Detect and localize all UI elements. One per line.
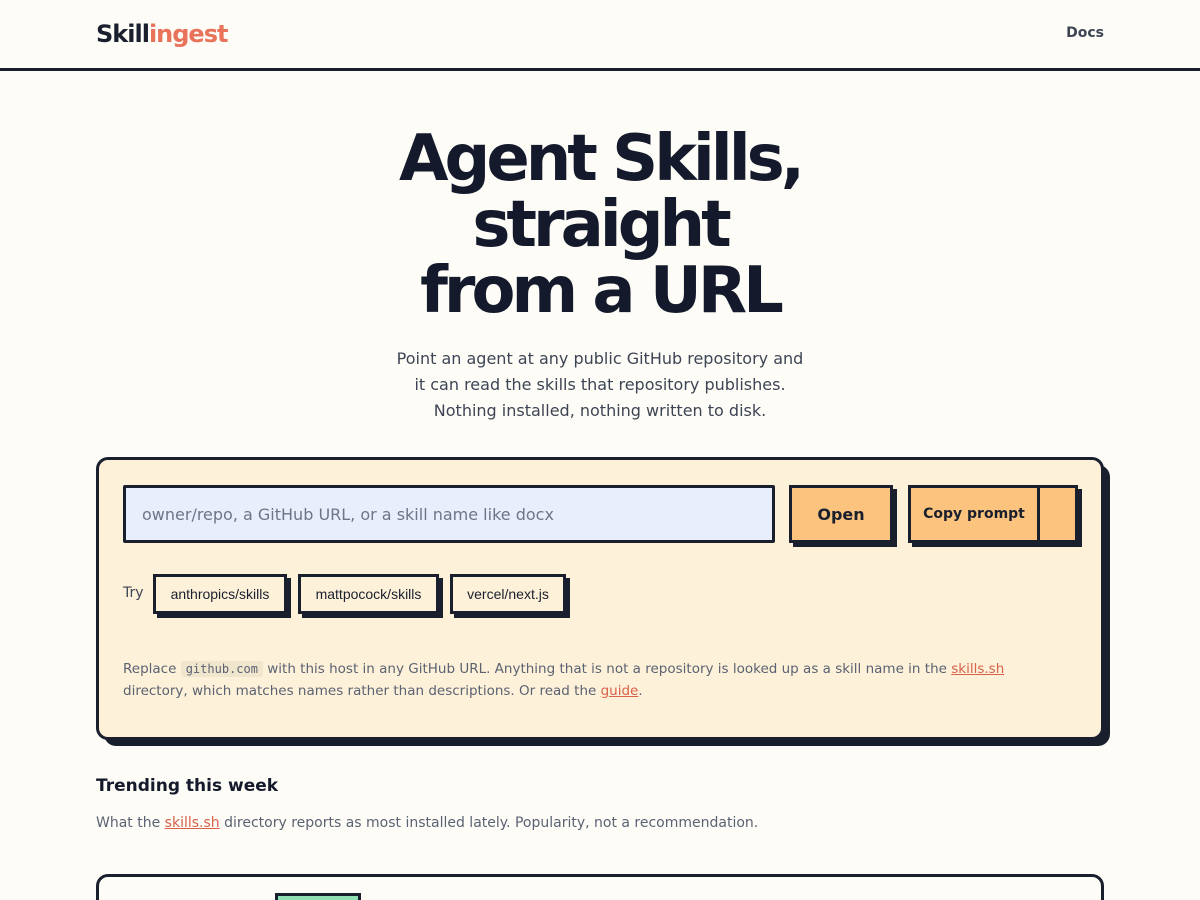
open-button[interactable]: Open: [789, 485, 893, 543]
guide-link[interactable]: guide: [601, 683, 639, 699]
search-panel: Open Copy prompt Try anthropics/skills m…: [96, 457, 1104, 740]
logo[interactable]: Skillingest: [96, 20, 229, 48]
try-chip-anthropics-skills[interactable]: anthropics/skills: [153, 574, 287, 614]
hero-subtitle: Point an agent at any public GitHub repo…: [396, 349, 804, 420]
copy-prompt-dropdown-toggle[interactable]: [1037, 485, 1078, 543]
trending-subtitle: What the skills.sh directory reports as …: [96, 815, 758, 831]
docs-link[interactable]: Docs: [1066, 25, 1104, 41]
skills-sh-link[interactable]: skills.sh: [951, 661, 1004, 677]
try-chip-mattpocock-skills[interactable]: mattpocock/skills: [298, 574, 439, 614]
help-note: Replace github.com with this host in any…: [123, 658, 1073, 702]
top-nav: Skillingest Docs: [0, 0, 1200, 71]
trending-text: What the: [96, 815, 165, 831]
hero-title-line-3: from a URL: [420, 254, 784, 328]
note-text: with this host in any GitHub URL. Anythi…: [262, 661, 952, 677]
note-text: directory, which matches names rather th…: [123, 683, 601, 699]
search-input[interactable]: [123, 485, 775, 543]
trending-skills-sh-link[interactable]: skills.sh: [165, 815, 220, 831]
trending-skill-card[interactable]: [96, 874, 1104, 900]
copy-prompt-button[interactable]: Copy prompt: [908, 485, 1040, 543]
logo-part-1: Skill: [96, 20, 150, 48]
hero-title: Agent Skills, straight from a URL: [0, 126, 1200, 324]
try-label: Try: [123, 585, 144, 601]
logo-part-2: ingest: [148, 20, 229, 48]
host-code: github.com: [180, 661, 263, 677]
hero-title-line-2: straight: [472, 188, 731, 262]
trending-heading: Trending this week: [96, 776, 279, 796]
note-text: .: [638, 683, 643, 699]
skill-badge: [275, 893, 361, 900]
trending-text: directory reports as most installed late…: [219, 815, 759, 831]
try-chip-vercel-nextjs[interactable]: vercel/next.js: [450, 574, 566, 614]
note-text: Replace: [123, 661, 181, 677]
hero-title-line-1: Agent Skills,: [398, 122, 805, 196]
